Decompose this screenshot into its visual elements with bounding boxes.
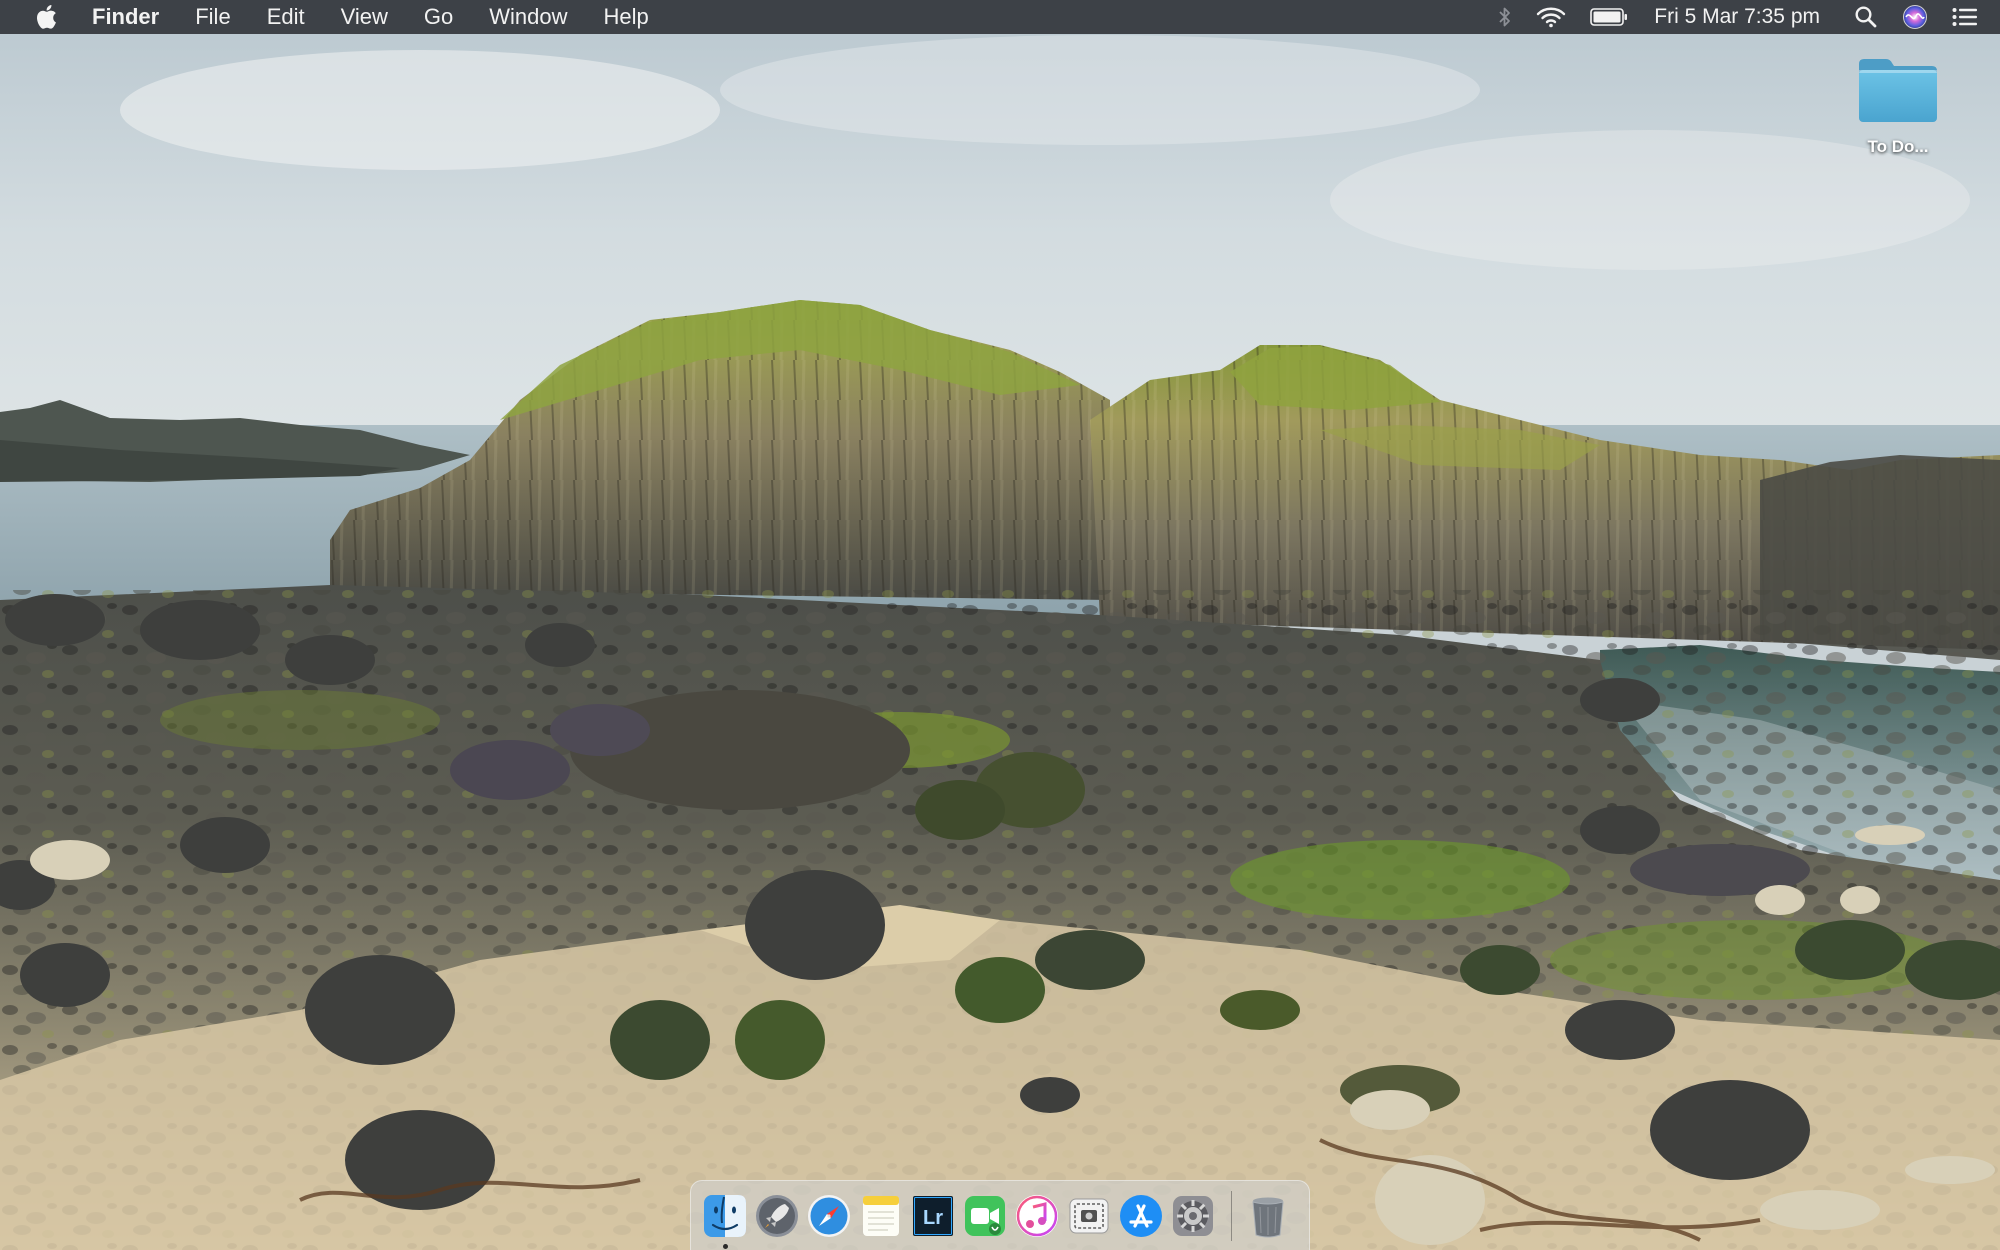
screenshot-icon	[1069, 1198, 1109, 1233]
safari-icon	[808, 1194, 850, 1237]
dock-item-screenshot[interactable]	[1066, 1193, 1112, 1239]
system-preferences-icon	[1173, 1195, 1213, 1236]
menu-view[interactable]: View	[323, 0, 406, 34]
notes-icon	[863, 1195, 899, 1236]
notification-center-icon[interactable]	[1940, 0, 2000, 34]
dock-separator	[1231, 1190, 1232, 1241]
running-indicator	[723, 1243, 728, 1249]
folder-icon	[1859, 59, 1937, 122]
app-store-icon	[1120, 1194, 1162, 1237]
wifi-icon[interactable]	[1524, 0, 1578, 34]
apple-menu-icon[interactable]	[28, 0, 64, 34]
finder-icon	[704, 1194, 746, 1237]
dock-item-lightroom[interactable]: Lr	[910, 1193, 956, 1239]
itunes-icon	[1016, 1194, 1058, 1237]
lightroom-label: Lr	[923, 1207, 943, 1229]
menu-file[interactable]: File	[177, 0, 248, 34]
menu-bar-left: Finder File Edit View Go Window Help	[0, 0, 667, 34]
bluetooth-icon[interactable]	[1486, 0, 1524, 34]
facetime-icon	[965, 1195, 1005, 1236]
launchpad-icon	[756, 1194, 798, 1237]
menu-edit[interactable]: Edit	[249, 0, 323, 34]
menu-help[interactable]: Help	[586, 0, 667, 34]
menu-app-finder[interactable]: Finder	[86, 0, 177, 34]
dock: Lr	[690, 1180, 1310, 1250]
desktop[interactable]: Finder File Edit View Go Window Help Fri…	[0, 0, 2000, 1250]
siri-icon[interactable]	[1890, 0, 1940, 34]
dock-item-app-store[interactable]	[1118, 1193, 1164, 1239]
trash-icon	[1252, 1197, 1284, 1237]
menu-bar-right: Fri 5 Mar 7:35 pm	[1486, 0, 2000, 34]
menu-bar: Finder File Edit View Go Window Help Fri…	[0, 0, 2000, 34]
lightroom-icon: Lr	[913, 1195, 953, 1236]
battery-icon[interactable]	[1578, 0, 1640, 34]
menu-go[interactable]: Go	[406, 0, 471, 34]
desktop-item-label: To Do...	[1867, 137, 1929, 156]
dock-item-itunes[interactable]	[1014, 1193, 1060, 1239]
dock-item-launchpad[interactable]	[754, 1193, 800, 1239]
desktop-wallpaper	[0, 0, 2000, 1250]
dock-item-notes[interactable]	[858, 1193, 904, 1239]
menu-bar-clock[interactable]: Fri 5 Mar 7:35 pm	[1640, 5, 1842, 29]
dock-item-finder[interactable]	[702, 1193, 748, 1249]
spotlight-search-icon[interactable]	[1842, 0, 1890, 34]
dock-item-system-preferences[interactable]	[1170, 1193, 1216, 1239]
menu-window[interactable]: Window	[471, 0, 585, 34]
dock-item-safari[interactable]	[806, 1193, 852, 1239]
desktop-item-to-do-folder[interactable]: To Do...	[1840, 56, 1956, 157]
dock-item-facetime[interactable]	[962, 1193, 1008, 1239]
dock-item-trash[interactable]	[1245, 1193, 1291, 1239]
